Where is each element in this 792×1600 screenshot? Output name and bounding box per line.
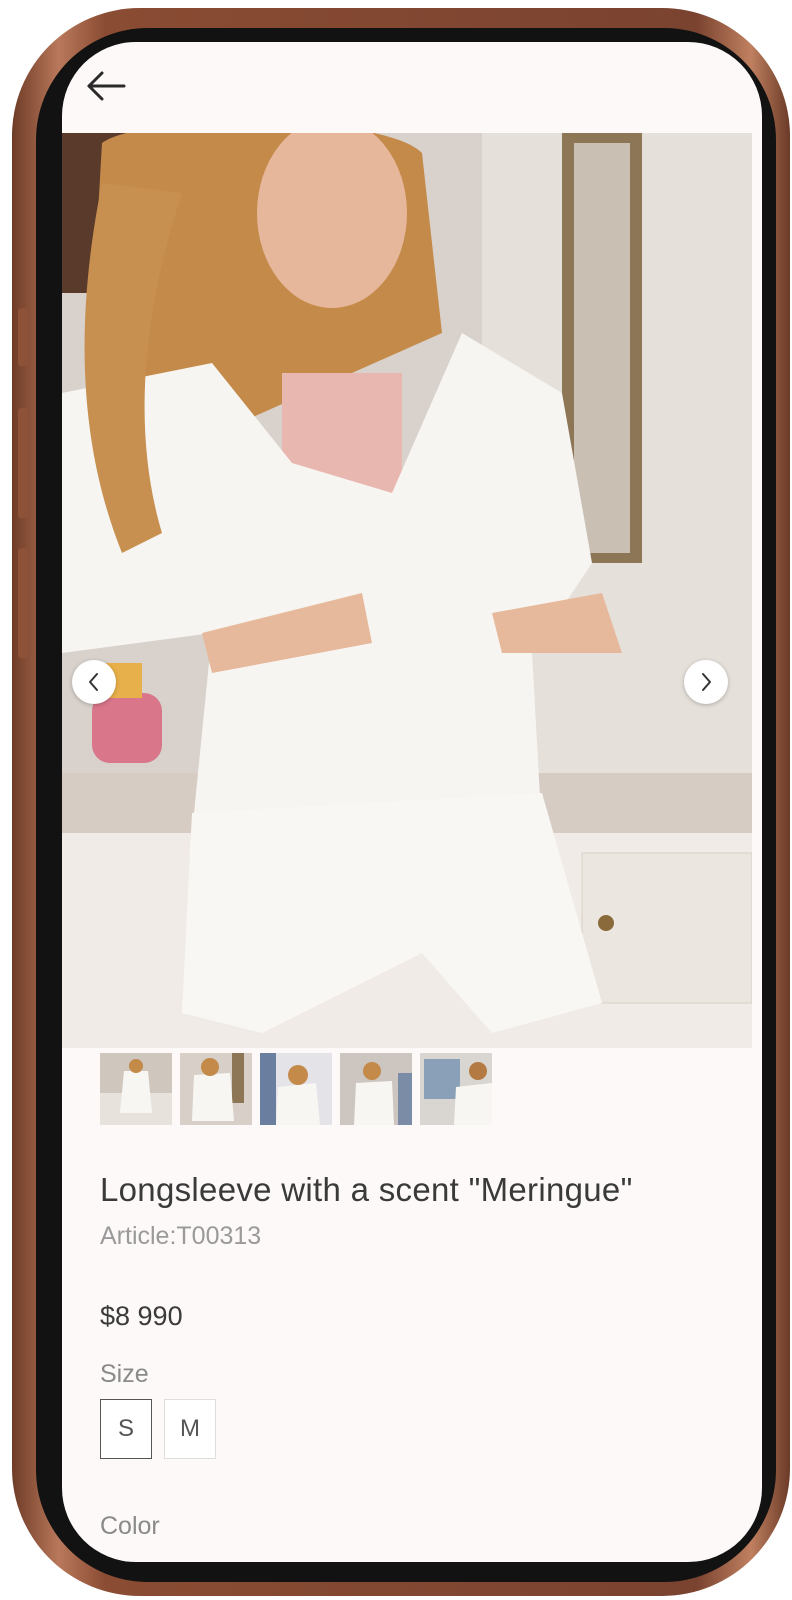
arrow-left-icon xyxy=(87,71,126,101)
product-price: $8 990 xyxy=(100,1301,183,1331)
size-option-s[interactable]: S xyxy=(100,1399,152,1459)
phone-side-button xyxy=(18,408,28,518)
size-selector: S M xyxy=(100,1399,720,1459)
thumbnail-image[interactable] xyxy=(420,1053,492,1125)
prev-image-button[interactable] xyxy=(72,660,116,704)
size-label: Size xyxy=(100,1360,149,1388)
thumbnail-image[interactable] xyxy=(100,1053,172,1125)
product-title: Longsleeve with a scent "Meringue" xyxy=(100,1171,633,1208)
thumbnail-image[interactable] xyxy=(340,1053,412,1125)
app-screen: Longsleeve with a scent "Meringue" Artic… xyxy=(62,42,762,1562)
thumbnail-image[interactable] xyxy=(260,1053,332,1125)
product-main-image xyxy=(62,133,752,1048)
back-button[interactable] xyxy=(84,64,128,108)
next-image-button[interactable] xyxy=(684,660,728,704)
color-label: Color xyxy=(100,1512,160,1540)
product-article: Article:T00313 xyxy=(100,1222,262,1250)
size-option-m[interactable]: M xyxy=(164,1399,216,1459)
phone-side-button xyxy=(18,308,28,366)
product-info: Longsleeve with a scent "Meringue" Artic… xyxy=(100,1172,720,1459)
thumbnail-strip xyxy=(100,1053,492,1125)
phone-side-button xyxy=(18,548,28,658)
thumbnail-image[interactable] xyxy=(180,1053,252,1125)
chevron-left-icon xyxy=(89,673,98,691)
chevron-right-icon xyxy=(702,673,711,691)
